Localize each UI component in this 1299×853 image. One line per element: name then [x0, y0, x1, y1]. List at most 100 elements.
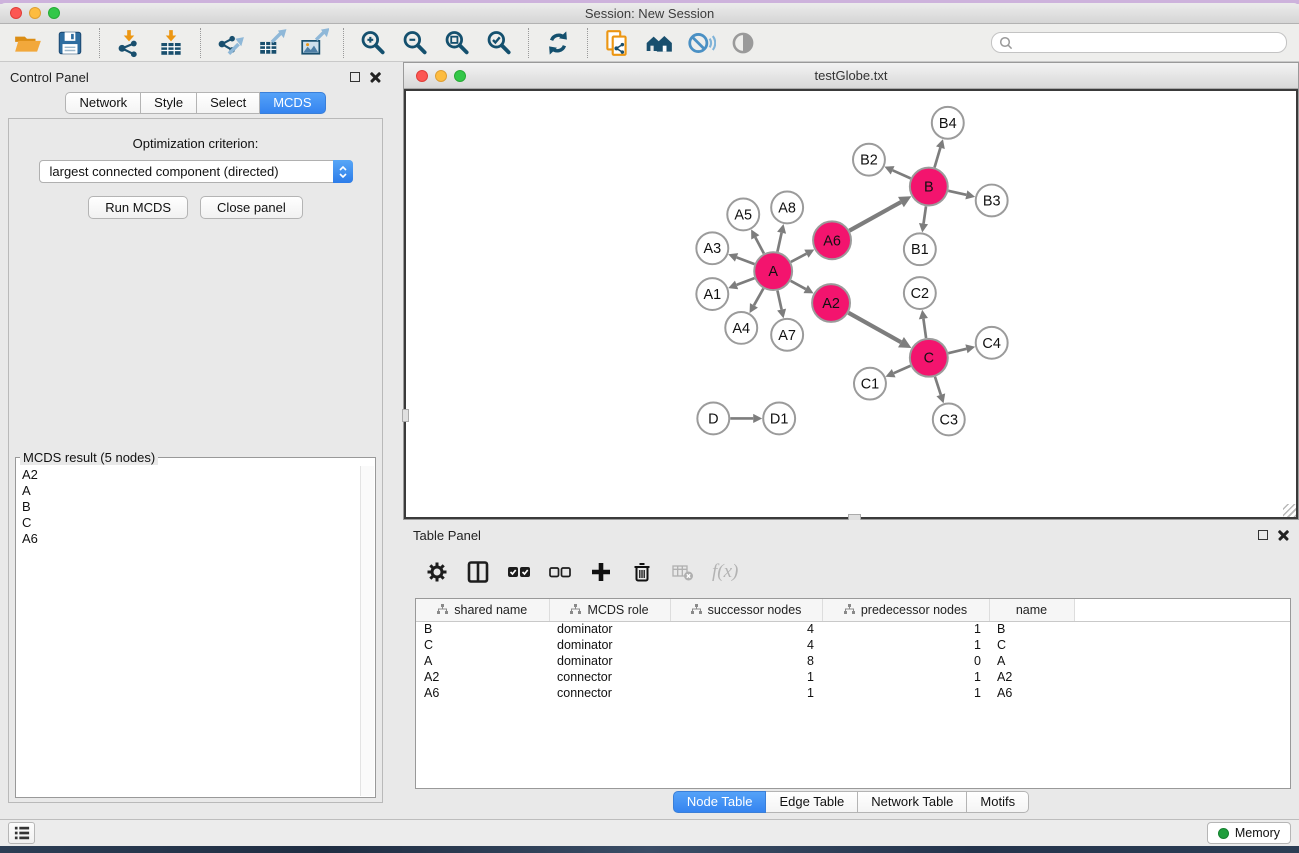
network-window-titlebar[interactable]: testGlobe.txt [404, 63, 1298, 89]
home-icon[interactable] [643, 28, 675, 58]
mcds-result-scrollbar[interactable] [360, 466, 374, 796]
edge-A-A7[interactable] [777, 291, 781, 310]
import-table-icon[interactable] [155, 28, 187, 58]
edge-C-C3[interactable] [935, 377, 941, 395]
zoom-out-icon[interactable] [399, 28, 431, 58]
column-header-shared-name[interactable]: shared name [416, 599, 549, 621]
node-C2[interactable]: C2 [904, 277, 936, 309]
mcds-result-item[interactable]: A [17, 483, 359, 499]
node-A7[interactable]: A7 [771, 319, 803, 351]
node-D[interactable]: D [697, 403, 729, 435]
import-network-icon[interactable] [113, 28, 145, 58]
tab-edge-table[interactable]: Edge Table [766, 791, 858, 813]
edge-C-C1[interactable] [894, 366, 911, 373]
mcds-result-item[interactable]: C [17, 515, 359, 531]
show-view-icon[interactable] [727, 28, 759, 58]
mcds-result-list[interactable]: A2ABCA6 [17, 467, 359, 796]
edge-B-B2[interactable] [893, 170, 911, 178]
edge-B-B4[interactable] [935, 148, 941, 168]
vertical-scroll-thumb[interactable] [402, 409, 409, 422]
node-A2[interactable]: A2 [812, 284, 850, 322]
search-input[interactable] [1014, 36, 1280, 50]
edge-C-C4[interactable] [948, 349, 966, 353]
table-row[interactable]: Cdominator41C [416, 637, 1290, 653]
edge-A6-B[interactable] [849, 202, 900, 231]
table-row[interactable]: A6connector11A6 [416, 685, 1290, 701]
edge-A-A2[interactable] [791, 281, 806, 289]
network-graph[interactable]: B4 B2 B B3 A8 A5 A6 A3 B1 A A1 C2 A2 A4 A7 C4 C C1 C3 D D1 [406, 91, 1296, 517]
mcds-result-item[interactable]: A6 [17, 531, 359, 547]
edge-C-C2[interactable] [923, 319, 926, 338]
node-B3[interactable]: B3 [976, 185, 1008, 217]
table-settings-gear-icon[interactable] [423, 558, 451, 586]
column-header-name[interactable]: name [989, 599, 1074, 621]
run-mcds-button[interactable]: Run MCDS [88, 196, 188, 219]
edge-A-A6[interactable] [791, 254, 807, 262]
node-C1[interactable]: C1 [854, 368, 886, 400]
refresh-layout-icon[interactable] [542, 28, 574, 58]
column-header-MCDS-role[interactable]: MCDS role [549, 599, 670, 621]
save-session-icon[interactable] [54, 28, 86, 58]
window-resize-grip[interactable] [1283, 504, 1296, 517]
close-panel-icon[interactable] [1278, 530, 1289, 541]
node-A[interactable]: A [754, 252, 792, 290]
edge-B-B1[interactable] [924, 206, 926, 223]
edge-A-A8[interactable] [777, 233, 781, 252]
node-A3[interactable]: A3 [696, 232, 728, 264]
tab-node-table[interactable]: Node Table [673, 791, 767, 813]
column-header-predecessor-nodes[interactable]: predecessor nodes [822, 599, 989, 621]
node-A1[interactable]: A1 [696, 278, 728, 310]
delete-rows-trash-icon[interactable] [628, 558, 656, 586]
edge-A-A3[interactable] [737, 257, 755, 264]
deselect-all-icon[interactable] [546, 558, 574, 586]
close-panel-button[interactable]: Close panel [200, 196, 303, 219]
edge-A-A4[interactable] [754, 289, 763, 306]
zoom-in-icon[interactable] [357, 28, 389, 58]
node-table[interactable]: shared nameMCDS rolesuccessor nodesprede… [415, 598, 1291, 789]
network-canvas[interactable]: B4 B2 B B3 A8 A5 A6 A3 B1 A A1 C2 A2 A4 A7 C4 C C1 C3 D D1 [404, 89, 1298, 519]
node-C4[interactable]: C4 [976, 327, 1008, 359]
memory-button[interactable]: Memory [1207, 822, 1291, 844]
add-column-icon[interactable] [587, 558, 615, 586]
tab-network-table[interactable]: Network Table [858, 791, 967, 813]
node-C3[interactable]: C3 [933, 404, 965, 436]
toggle-column-panel-icon[interactable] [464, 558, 492, 586]
search-field[interactable] [991, 32, 1287, 53]
node-B2[interactable]: B2 [853, 144, 885, 176]
tab-mcds[interactable]: MCDS [260, 92, 325, 114]
optimization-criterion-select[interactable]: largest connected component (directed) [39, 160, 353, 183]
edge-A-A1[interactable] [737, 278, 755, 285]
column-header-successor-nodes[interactable]: successor nodes [670, 599, 822, 621]
hide-network-icon[interactable] [685, 28, 717, 58]
mcds-result-item[interactable]: A2 [17, 467, 359, 483]
open-session-icon[interactable] [12, 28, 44, 58]
node-B[interactable]: B [910, 168, 948, 206]
tab-style[interactable]: Style [141, 92, 197, 114]
node-A6[interactable]: A6 [813, 221, 851, 259]
table-row[interactable]: Adominator80A [416, 653, 1290, 669]
select-all-icon[interactable] [505, 558, 533, 586]
node-D1[interactable]: D1 [763, 403, 795, 435]
node-C[interactable]: C [910, 339, 948, 377]
edge-B-B3[interactable] [948, 191, 966, 195]
node-B4[interactable]: B4 [932, 107, 964, 139]
zoom-fit-icon[interactable] [441, 28, 473, 58]
close-panel-icon[interactable] [370, 72, 381, 83]
float-panel-icon[interactable] [1258, 530, 1268, 540]
task-history-button[interactable] [8, 822, 35, 844]
mcds-result-item[interactable]: B [17, 499, 359, 515]
export-table-icon[interactable] [256, 28, 288, 58]
node-A4[interactable]: A4 [725, 312, 757, 344]
zoom-selected-icon[interactable] [483, 28, 515, 58]
tab-select[interactable]: Select [197, 92, 260, 114]
export-image-icon[interactable] [298, 28, 330, 58]
main-titlebar[interactable]: Session: New Session [0, 3, 1299, 24]
float-panel-icon[interactable] [350, 72, 360, 82]
node-A5[interactable]: A5 [727, 198, 759, 230]
node-B1[interactable]: B1 [904, 233, 936, 265]
edge-A-A5[interactable] [755, 237, 764, 253]
node-A8[interactable]: A8 [771, 192, 803, 224]
duplicate-network-icon[interactable] [601, 28, 633, 58]
export-network-icon[interactable] [214, 28, 246, 58]
table-row[interactable]: Bdominator41B [416, 621, 1290, 637]
